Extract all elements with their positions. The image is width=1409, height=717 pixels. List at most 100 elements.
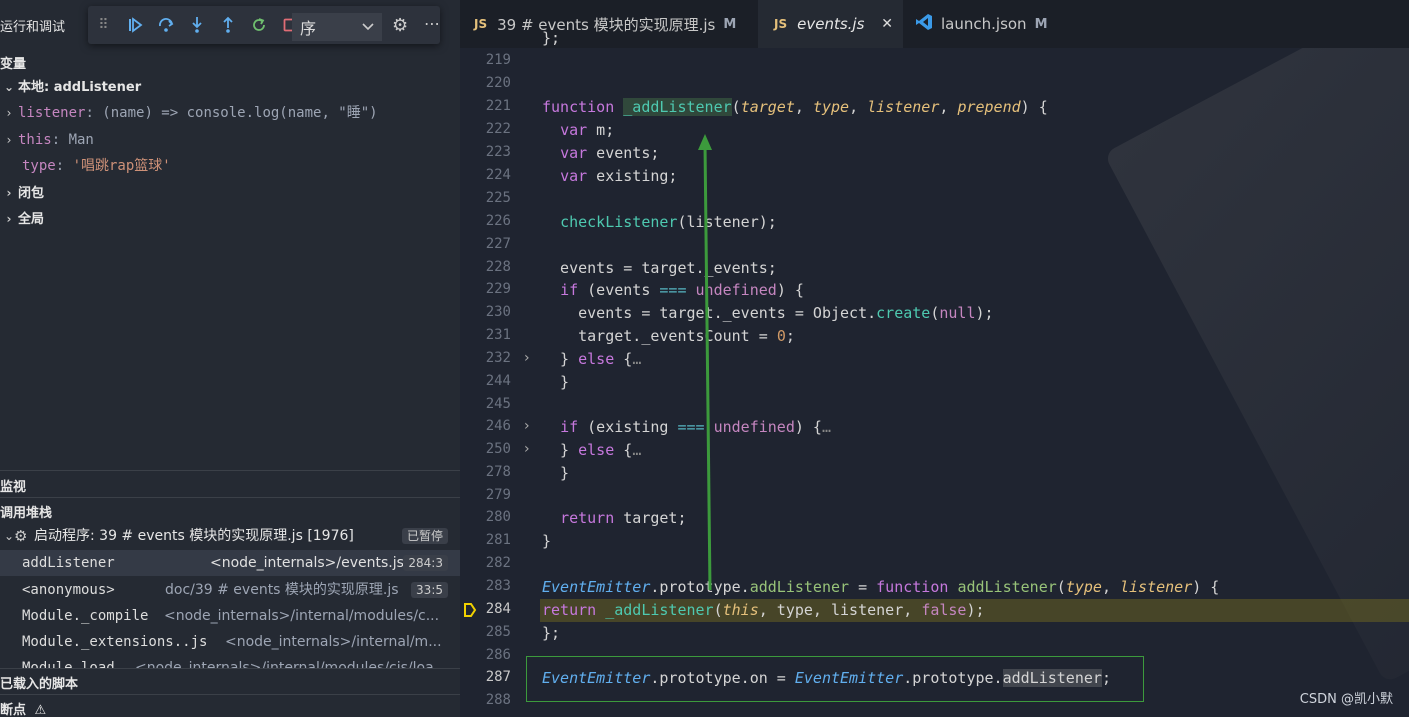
step-out-icon[interactable] — [212, 10, 243, 40]
frame-function: <anonymous> — [22, 582, 115, 598]
line-number[interactable]: 222 — [460, 121, 511, 137]
more-actions-icon[interactable]: ⋯ — [424, 14, 440, 33]
close-icon[interactable]: ✕ — [881, 16, 893, 32]
line-number[interactable]: 286 — [460, 647, 511, 663]
line-number[interactable]: 245 — [460, 396, 511, 412]
line-number[interactable]: 226 — [460, 213, 511, 229]
frame-source: <node_internals>/internal/modules/cjs/lo… — [135, 660, 448, 668]
frame-source: <node_internals>/internal/m... — [225, 634, 442, 650]
local-scope-label: 本地: addListener — [18, 80, 142, 95]
stack-frame[interactable]: <anonymous> doc/39 # events 模块的实现原理.js 3… — [0, 577, 460, 603]
variable-name: this — [18, 132, 52, 148]
line-number[interactable]: 224 — [460, 167, 511, 183]
restart-icon[interactable] — [243, 10, 274, 40]
bug-icon: ⚙ — [14, 527, 28, 545]
line-number[interactable]: 225 — [460, 190, 511, 206]
sidebar-title: 运行和调试 — [0, 20, 66, 35]
line-number[interactable]: 246 — [460, 418, 511, 434]
closure-scope[interactable]: › 闭包 — [0, 180, 45, 206]
frame-function: Module._compile — [22, 608, 149, 624]
callstack-header[interactable]: 调用堆栈 — [0, 502, 52, 521]
code-line: events = target._events = Object.create(… — [542, 304, 994, 322]
stack-frame[interactable]: Module.load <node_internals>/internal/mo… — [0, 655, 460, 668]
code-line: EventEmitter.prototype.addListener = fun… — [542, 578, 1220, 596]
line-number[interactable]: 221 — [460, 98, 511, 114]
watermark: CSDN @凯小默 — [1299, 692, 1393, 707]
debug-toolbar: ⠿ — [88, 6, 440, 44]
step-over-icon[interactable] — [150, 10, 181, 40]
line-number[interactable]: 250 — [460, 441, 511, 457]
line-number[interactable]: 229 — [460, 281, 511, 297]
step-into-icon[interactable] — [181, 10, 212, 40]
line-number[interactable]: 223 — [460, 144, 511, 160]
line-number[interactable]: 283 — [460, 578, 511, 594]
line-number[interactable]: 219 — [460, 52, 511, 68]
code-editor[interactable]: JS 39 # events 模块的实现原理.js M JS events.js… — [460, 0, 1409, 717]
code-line: return target; — [560, 509, 687, 527]
code-line: var existing; — [560, 167, 678, 185]
variable-name: listener — [18, 105, 86, 121]
variable-listener[interactable]: › listener: (name) => console.log(name, "… — [0, 100, 378, 126]
line-number[interactable]: 232 — [460, 350, 511, 366]
watch-header[interactable]: 监视 — [0, 476, 26, 495]
variable-this[interactable]: › this: Man — [0, 127, 94, 153]
line-number[interactable]: 288 — [460, 692, 511, 708]
line-number[interactable]: 279 — [460, 487, 511, 503]
modified-badge: M — [1034, 16, 1048, 32]
line-number[interactable]: 228 — [460, 259, 511, 275]
chevron-right-icon[interactable]: › — [524, 441, 530, 457]
tab-label: launch.json — [941, 15, 1027, 33]
tab-events-js[interactable]: JS events.js ✕ — [758, 0, 903, 48]
line-number[interactable]: 220 — [460, 75, 511, 91]
stack-frame[interactable]: Module._compile <node_internals>/interna… — [0, 603, 460, 629]
line-number[interactable]: 282 — [460, 555, 511, 571]
drag-handle-icon[interactable]: ⠿ — [88, 10, 119, 40]
stack-frame[interactable]: addListener <node_internals>/events.js 2… — [0, 550, 460, 576]
variable-value: Man — [68, 132, 94, 148]
variable-type[interactable]: type: '唱跳rap篮球' — [0, 153, 171, 179]
tab-label: events.js — [797, 15, 865, 33]
variable-value: '唱跳rap篮球' — [72, 158, 171, 174]
launch-config-value: 序 — [300, 19, 317, 38]
breakpoint-icon[interactable] — [463, 602, 477, 622]
launch-config-select[interactable]: 序 — [292, 13, 382, 41]
gear-icon[interactable]: ⚙ — [392, 15, 408, 36]
js-file-icon: JS — [774, 17, 788, 31]
line-number[interactable]: 278 — [460, 464, 511, 480]
debug-session[interactable]: ⌄ ⚙ 启动程序: 39 # events 模块的实现原理.js [1976] … — [0, 523, 460, 549]
code-line: checkListener(listener); — [560, 213, 777, 231]
frame-source: doc/39 # events 模块的实现原理.js — [165, 582, 399, 598]
stack-frame[interactable]: Module._extensions..js <node_internals>/… — [0, 629, 460, 655]
tab-events-principle[interactable]: JS 39 # events 模块的实现原理.js M — [474, 0, 736, 48]
line-number[interactable]: 281 — [460, 532, 511, 548]
continue-icon[interactable] — [119, 10, 150, 40]
chevron-right-icon[interactable]: › — [524, 350, 530, 366]
line-number[interactable]: 227 — [460, 236, 511, 252]
line-number[interactable]: 285 — [460, 624, 511, 640]
line-number[interactable]: 230 — [460, 304, 511, 320]
chevron-down-icon: ⌄ — [3, 80, 15, 94]
variables-header[interactable]: 变量 — [0, 53, 26, 72]
frame-source: <node_internals>/internal/modules/c... — [164, 608, 440, 624]
closure-label: 闭包 — [18, 186, 45, 201]
local-scope[interactable]: ⌄ 本地: addListener — [0, 74, 141, 100]
line-number[interactable]: 231 — [460, 327, 511, 343]
code-line: function _addListener(target, type, list… — [542, 98, 1048, 116]
chevron-right-icon[interactable]: › — [524, 418, 530, 434]
frame-function: addListener — [22, 555, 115, 571]
line-number[interactable]: 287 — [460, 669, 511, 685]
tab-label: 39 # events 模块的实现原理.js — [497, 15, 716, 34]
code-line: } — [542, 464, 570, 482]
status-badge: 已暂停 — [401, 528, 448, 544]
global-scope[interactable]: › 全局 — [0, 206, 45, 232]
line-number[interactable]: 244 — [460, 373, 511, 389]
chevron-right-icon: › — [6, 106, 12, 120]
frame-position: 284:3 — [403, 555, 448, 571]
tab-launch-json[interactable]: launch.json M — [915, 0, 1048, 48]
variable-sep: : — [55, 158, 73, 174]
divider — [0, 470, 460, 471]
line-number[interactable]: 280 — [460, 509, 511, 525]
chevron-right-icon: › — [6, 212, 12, 226]
loaded-scripts-header[interactable]: 已载入的脚本 — [0, 673, 78, 692]
breakpoints-header[interactable]: 断点 ⚠ — [0, 699, 46, 717]
